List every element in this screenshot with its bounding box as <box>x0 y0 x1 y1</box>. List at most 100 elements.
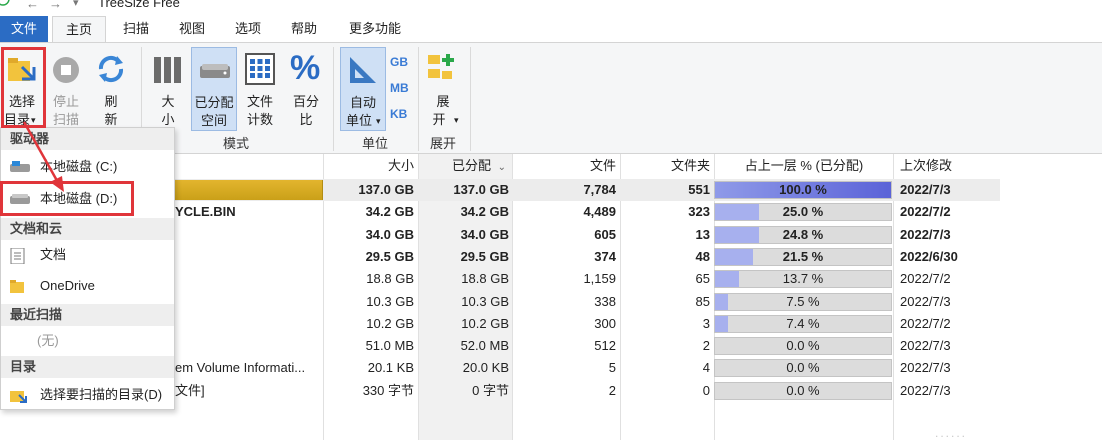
file-grid-icon <box>245 53 275 85</box>
ruler-triangle-icon <box>350 57 376 83</box>
percent-text: 13.7 % <box>782 271 824 287</box>
auto-unit-button[interactable]: 自动 单位 ▾ <box>340 47 386 131</box>
percent-bar: 13.7 % <box>714 270 892 289</box>
menu-item-onedrive[interactable]: OneDrive <box>1 271 174 301</box>
percent-text: 25.0 % <box>782 204 824 220</box>
cell-allocated: 52.0 MB <box>460 338 509 354</box>
percent-bar: 0.0 % <box>714 359 892 378</box>
cell-size: 29.5 GB <box>365 248 414 264</box>
column-header-allocated-label: 已分配 <box>452 158 492 173</box>
cell-files: 374 <box>594 248 616 264</box>
refresh-label-1: 刷 <box>104 94 118 109</box>
percent-bar: 100.0 % <box>714 181 892 199</box>
cell-size: 10.3 GB <box>366 293 414 309</box>
back-icon[interactable]: ← <box>26 0 39 11</box>
cell-modified: 2022/7/3 <box>900 338 951 354</box>
menu-item-choose-directory[interactable]: 选择要扫描的目录(D) <box>1 380 174 410</box>
column-header-allocated[interactable]: 已分配 ⌄ <box>452 154 512 178</box>
expand-button[interactable]: 展 开 ▾ <box>423 47 463 131</box>
ribbon-separator <box>418 47 419 151</box>
documents-icon <box>10 248 25 264</box>
cell-modified: 2022/7/2 <box>900 271 951 287</box>
column-header-percent[interactable]: 占上一层 % (已分配) <box>715 154 893 178</box>
cell-files: 7,784 <box>583 182 616 197</box>
cell-folders: 551 <box>688 182 710 197</box>
stop-scan-label-1: 停止 <box>52 94 79 109</box>
column-header-modified[interactable]: 上次修改 <box>900 154 990 178</box>
menu-item-recent-none: (无) <box>1 326 174 356</box>
cell-modified: 2022/7/3 <box>900 382 951 398</box>
percent-label-1: 百分 <box>292 94 319 109</box>
group-unit-label: 单位 <box>362 136 389 151</box>
app-icon <box>0 0 12 11</box>
tab-help[interactable]: 帮助 <box>280 16 328 42</box>
menu-item-label: 选择要扫描的目录(D) <box>40 387 163 402</box>
drive-icon <box>200 64 230 78</box>
tab-view[interactable]: 视图 <box>168 16 216 42</box>
tab-more-features[interactable]: 更多功能 <box>340 16 410 42</box>
tab-scan[interactable]: 扫描 <box>112 16 160 42</box>
expand-label-2: 开 <box>432 112 446 127</box>
percent-text: 7.4 % <box>786 315 820 331</box>
group-mode-label: 模式 <box>223 136 250 151</box>
unit-gb-button[interactable]: GB <box>390 55 408 69</box>
column-header-files[interactable]: 文件 <box>513 154 616 178</box>
cell-folders: 2 <box>702 338 710 354</box>
cell-modified: 2022/7/3 <box>900 360 951 376</box>
allocated-label-2: 空间 <box>200 113 227 128</box>
menu-item-label: 文档 <box>40 247 67 262</box>
ribbon-separator <box>470 47 471 151</box>
cell-modified: 2022/7/2 <box>900 204 951 220</box>
cell-allocated: 20.0 KB <box>462 360 509 376</box>
cell-size: 18.8 GB <box>366 271 414 287</box>
cell-modified: 2022/6/30 <box>900 248 958 264</box>
percent-label-2: 比 <box>299 112 313 127</box>
menu-item-documents[interactable]: 文档 <box>1 240 174 270</box>
percent-bar: 0.0 % <box>714 381 892 400</box>
cell-modified: 2022/7/3 <box>900 182 951 197</box>
cell-size: 20.1 KB <box>367 360 414 376</box>
title-bar: ← → ▾ TreeSize Free <box>0 0 1102 14</box>
percent-bar: 0.0 % <box>714 337 892 356</box>
allocated-space-button[interactable]: 已分配 空间 <box>191 47 237 131</box>
percent-button[interactable]: % 百分 比 <box>285 47 327 131</box>
forward-icon[interactable]: → <box>49 0 62 11</box>
refresh-button[interactable]: 刷 新 <box>92 47 130 131</box>
stop-scan-button[interactable]: 停止 扫描 <box>47 47 85 131</box>
expand-dropdown-icon: ▾ <box>454 115 459 125</box>
file-count-label-2: 计数 <box>246 112 273 127</box>
menu-header-recent: 最近扫描 <box>1 304 174 326</box>
group-expand-label: 展开 <box>430 136 457 151</box>
column-header-folders[interactable]: 文件夹 <box>621 154 710 178</box>
cell-folders: 3 <box>702 315 710 331</box>
cell-allocated: 137.0 GB <box>453 182 509 197</box>
size-mode-button[interactable]: 大 小 <box>149 47 187 131</box>
menu-header-docs: 文档和云 <box>1 218 174 240</box>
tab-options[interactable]: 选项 <box>224 16 272 42</box>
cell-size: 34.2 GB <box>365 204 414 220</box>
tab-file[interactable]: 文件 <box>0 16 48 42</box>
unit-kb-button[interactable]: KB <box>390 107 407 121</box>
annotation-arrow <box>22 121 64 192</box>
cell-size: 34.0 GB <box>365 226 414 242</box>
unit-mb-button[interactable]: MB <box>390 81 409 95</box>
cell-files: 2 <box>608 382 616 398</box>
cell-size: 330 字节 <box>362 382 414 398</box>
quick-access-dropdown-icon[interactable]: ▾ <box>73 0 79 9</box>
ribbon-separator <box>333 47 334 151</box>
auto-unit-label-1: 自动 <box>349 95 376 110</box>
cell-allocated: 18.8 GB <box>461 271 509 287</box>
folder-icon <box>10 280 24 293</box>
cell-folders: 4 <box>702 360 710 376</box>
expand-label-1: 展 <box>436 94 450 109</box>
percent-bar: 7.4 % <box>714 314 892 333</box>
cell-folders: 13 <box>695 226 710 242</box>
folder-arrow-icon <box>10 391 27 403</box>
column-header-size[interactable]: 大小 <box>324 154 414 178</box>
file-count-button[interactable]: 文件 计数 <box>241 47 279 131</box>
tab-home[interactable]: 主页 <box>52 16 106 42</box>
percent-bar: 21.5 % <box>714 247 892 266</box>
auto-unit-label-2: 单位 <box>345 113 372 128</box>
percent-text: 0.0 % <box>786 382 820 398</box>
cell-modified: 2022/7/3 <box>900 226 951 242</box>
